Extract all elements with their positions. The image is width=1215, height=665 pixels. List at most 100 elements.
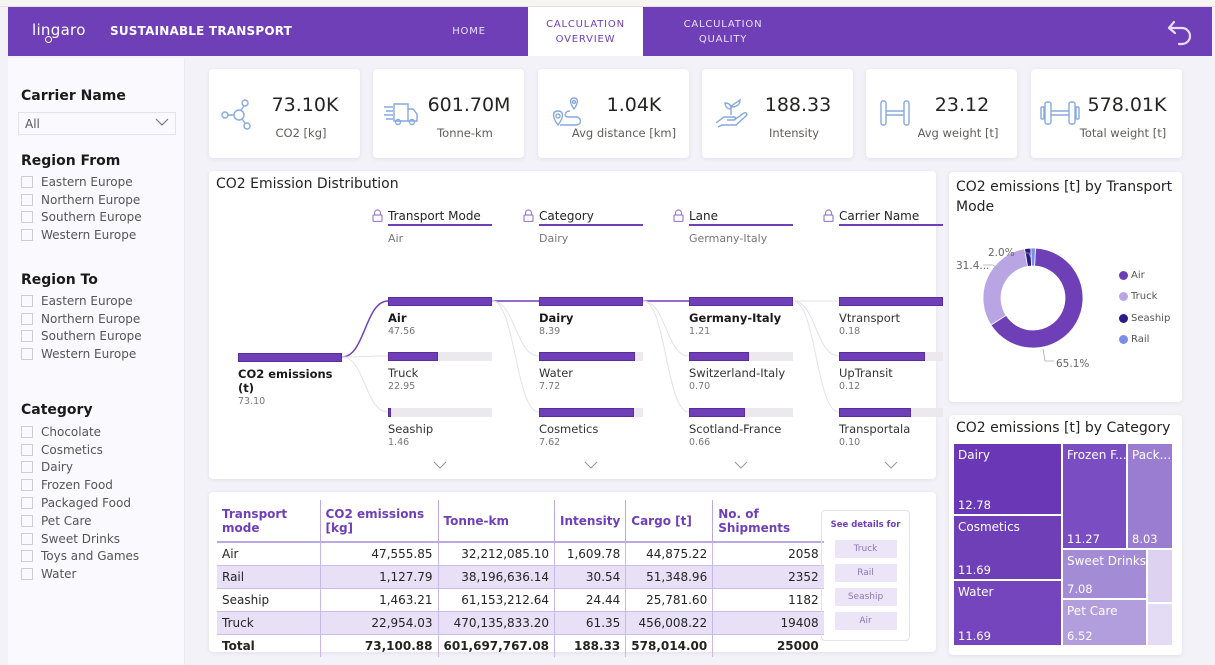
level-header[interactable]: Lane Germany-Italy <box>673 209 809 245</box>
root-node[interactable]: CO2 emissions (t) 73.10 <box>238 353 342 407</box>
treemap-tile[interactable]: Cosmetics 11.69 <box>953 515 1062 580</box>
expand-chevron-icon[interactable] <box>734 461 748 469</box>
column-header[interactable]: CO2 emissions [kg] <box>320 500 439 543</box>
column-header[interactable]: Transport mode <box>217 500 321 543</box>
region-from-option[interactable]: Western Europe <box>21 226 142 244</box>
category-option[interactable]: Chocolate <box>21 423 139 441</box>
level-header[interactable]: Transport Mode Air <box>372 209 508 245</box>
checkbox[interactable] <box>21 294 33 307</box>
column-header[interactable]: Cargo [t] <box>625 500 714 543</box>
table-row[interactable]: Air 47,555.85 32,212,085.10 1,609.78 44,875.… <box>217 542 824 565</box>
lock-icon[interactable] <box>523 209 534 222</box>
level-header[interactable]: Category Dairy <box>523 209 659 245</box>
leader-air <box>1042 348 1054 362</box>
legend-item-air[interactable]: Air <box>1119 270 1145 281</box>
link <box>792 300 840 413</box>
legend-item-seaship[interactable]: Seaship <box>1119 313 1170 324</box>
category-option[interactable]: Packaged Food <box>21 494 139 512</box>
details-rail-button[interactable]: Rail <box>834 564 897 582</box>
tree-node[interactable]: Water 7.72 <box>539 352 643 392</box>
column-header[interactable]: Tonne-km <box>438 500 556 543</box>
details-seaship-button[interactable]: Seaship <box>834 588 897 606</box>
category-option[interactable]: Water <box>21 565 139 583</box>
tab-home[interactable]: HOME <box>440 7 498 56</box>
table-row[interactable]: Truck 22,954.03 470,135,833.20 61.35 456,008… <box>217 610 824 635</box>
table-row[interactable]: Rail 1,127.79 38,196,636.14 30.54 51,348.96 2… <box>217 564 824 589</box>
lock-icon[interactable] <box>372 209 383 222</box>
category-option[interactable]: Sweet Drinks <box>21 530 139 548</box>
treemap-tile[interactable] <box>1147 549 1173 603</box>
tab-calculation-quality[interactable]: CALCULATION QUALITY <box>664 7 782 56</box>
column-header[interactable]: Intensity <box>554 500 627 543</box>
region-to-option[interactable]: Southern Europe <box>21 328 142 346</box>
tree-node[interactable]: Dairy 8.39 <box>539 297 643 337</box>
checkbox[interactable] <box>21 312 33 325</box>
checkbox[interactable] <box>21 229 33 242</box>
legend-item-truck[interactable]: Truck <box>1119 291 1157 302</box>
node-value: 7.62 <box>539 437 561 448</box>
tree-node[interactable]: Germany-Italy 1.21 <box>689 297 793 337</box>
donut-slice-rail[interactable] <box>1030 247 1036 267</box>
tile-value: 11.69 <box>958 563 991 577</box>
treemap-tile[interactable]: Water 11.69 <box>953 580 1062 646</box>
node-bar-fill <box>839 408 911 417</box>
table-row[interactable]: Seaship 1,463.21 61,153,212.64 24.44 25,781.… <box>217 588 824 611</box>
tree-node[interactable]: Scotland-France 0.66 <box>689 408 793 448</box>
expand-chevron-icon[interactable] <box>433 461 447 469</box>
node-value: 0.12 <box>839 381 861 392</box>
checkbox[interactable] <box>21 532 33 545</box>
region-to-option[interactable]: Northern Europe <box>21 310 142 328</box>
category-option[interactable]: Dairy <box>21 459 139 477</box>
category-option[interactable]: Pet Care <box>21 512 139 530</box>
carrier-name-dropdown[interactable]: All <box>18 112 176 135</box>
checkbox[interactable] <box>21 497 33 510</box>
treemap-tile[interactable]: Sweet Drinks 7.08 <box>1062 549 1147 599</box>
level-header[interactable]: Carrier Name <box>823 209 959 232</box>
undo-arrow-icon[interactable] <box>1166 18 1196 48</box>
checkbox[interactable] <box>21 568 33 581</box>
tree-node[interactable]: Switzerland-Italy 0.70 <box>689 352 793 392</box>
checkbox[interactable] <box>21 193 33 206</box>
expand-chevron-icon[interactable] <box>584 461 598 469</box>
tree-node[interactable]: Cosmetics 7.62 <box>539 408 643 448</box>
tree-node[interactable]: UpTransit 0.12 <box>839 352 943 392</box>
region-to-option[interactable]: Eastern Europe <box>21 292 142 310</box>
checkbox[interactable] <box>21 479 33 492</box>
checkbox[interactable] <box>21 348 33 361</box>
tree-node[interactable]: Vtransport 0.18 <box>839 297 943 337</box>
region-from-option[interactable]: Southern Europe <box>21 209 142 227</box>
expand-chevron-icon[interactable] <box>884 461 898 469</box>
checkbox[interactable] <box>21 330 33 343</box>
checkbox[interactable] <box>21 461 33 474</box>
tab-calculation-overview[interactable]: CALCULATION OVERVIEW <box>528 7 643 56</box>
lock-icon[interactable] <box>823 209 834 222</box>
details-air-button[interactable]: Air <box>834 612 897 630</box>
treemap-tile[interactable]: Pet Care 6.52 <box>1062 599 1147 646</box>
tree-node[interactable]: Seaship 1.46 <box>388 408 492 448</box>
checkbox[interactable] <box>21 514 33 527</box>
checkbox[interactable] <box>21 175 33 188</box>
checkbox[interactable] <box>21 550 33 563</box>
checkbox[interactable] <box>21 425 33 438</box>
region-from-option[interactable]: Eastern Europe <box>21 173 142 191</box>
donut-slice-truck[interactable] <box>982 248 1029 326</box>
treemap-tile[interactable]: Dairy 12.78 <box>953 443 1062 515</box>
region-to-option[interactable]: Western Europe <box>21 345 142 363</box>
treemap-tile[interactable]: Frozen F... 11.27 <box>1062 443 1127 549</box>
tree-node[interactable]: Transportala 0.10 <box>839 408 943 448</box>
lock-icon[interactable] <box>673 209 684 222</box>
tree-node[interactable]: Air 47.56 <box>388 297 492 337</box>
legend-item-rail[interactable]: Rail <box>1119 334 1149 345</box>
category-option[interactable]: Frozen Food <box>21 476 139 494</box>
region-from-option[interactable]: Northern Europe <box>21 191 142 209</box>
checkbox[interactable] <box>21 211 33 224</box>
treemap-tile[interactable] <box>1147 603 1173 646</box>
treemap-tile[interactable]: Pack... 8.03 <box>1127 443 1173 549</box>
checkbox[interactable] <box>21 443 33 456</box>
app-header: lingaro SUSTAINABLE TRANSPORT HOME CALCU… <box>8 7 1212 56</box>
category-option[interactable]: Toys and Games <box>21 548 139 566</box>
tree-node[interactable]: Truck 22.95 <box>388 352 492 392</box>
details-truck-button[interactable]: Truck <box>834 540 897 558</box>
column-header[interactable]: No. of Shipments <box>712 500 824 543</box>
category-option[interactable]: Cosmetics <box>21 441 139 459</box>
